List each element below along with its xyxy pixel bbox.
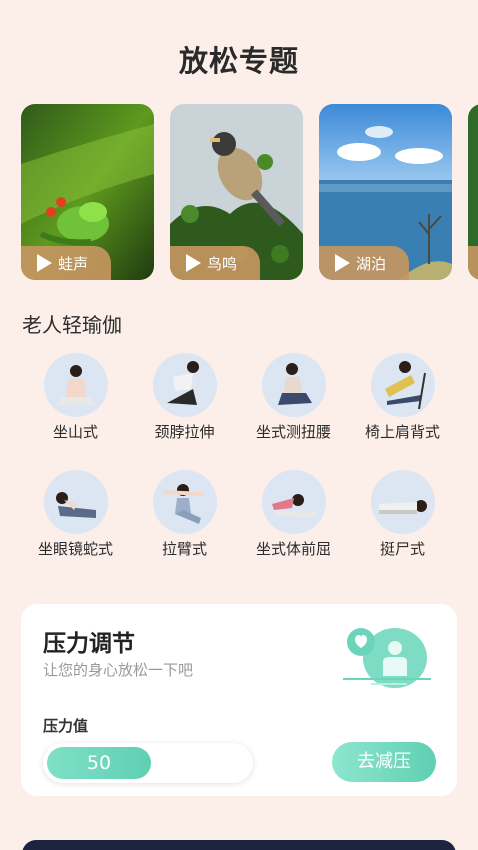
yoga-pose-icon bbox=[261, 470, 326, 534]
yoga-item-neck-stretch[interactable]: 颈脖拉伸 bbox=[130, 353, 239, 442]
yoga-pose-icon bbox=[370, 353, 435, 417]
play-icon bbox=[186, 254, 201, 272]
yoga-section-title: 老人轻瑜伽 bbox=[22, 313, 122, 337]
relax-sound-carousel[interactable]: 蛙声 鸟鸣 湖泊 bbox=[21, 104, 478, 280]
yoga-item-seated-twist[interactable]: 坐式测扭腰 bbox=[239, 353, 348, 442]
yoga-label: 椅上肩背式 bbox=[364, 423, 440, 441]
yoga-pose-icon bbox=[43, 353, 108, 417]
yoga-label: 拉臂式 bbox=[161, 540, 207, 558]
stress-slider[interactable]: 50 bbox=[43, 743, 253, 783]
sound-label: 蛙声 bbox=[58, 254, 89, 273]
partial-image bbox=[468, 104, 478, 280]
bottom-banner[interactable] bbox=[22, 840, 456, 850]
yoga-pose-icon bbox=[152, 470, 217, 534]
sound-card-lake[interactable]: 湖泊 bbox=[319, 104, 452, 280]
yoga-label: 坐眼镜蛇式 bbox=[37, 540, 113, 558]
stress-card: 压力调节 让您的身心放松一下吧 压力值 50 去减压 bbox=[21, 604, 457, 796]
sound-card-frog[interactable]: 蛙声 bbox=[21, 104, 154, 280]
yoga-label: 坐山式 bbox=[52, 423, 98, 441]
stress-subtitle: 让您的身心放松一下吧 bbox=[43, 661, 194, 679]
yoga-item-mountain[interactable]: 坐山式 bbox=[21, 353, 130, 442]
yoga-item-corpse[interactable]: 挺尸式 bbox=[348, 470, 457, 559]
sound-card-bird[interactable]: 鸟鸣 bbox=[170, 104, 303, 280]
yoga-label: 坐式测扭腰 bbox=[255, 423, 331, 441]
yoga-label: 挺尸式 bbox=[379, 540, 425, 558]
yoga-pose-icon bbox=[43, 470, 108, 534]
yoga-item-arm-pull[interactable]: 拉臂式 bbox=[130, 470, 239, 559]
play-button[interactable]: 湖泊 bbox=[319, 246, 409, 280]
sound-label: 鸟鸣 bbox=[207, 254, 238, 273]
yoga-item-seated-forward-bend[interactable]: 坐式体前屈 bbox=[239, 470, 348, 559]
stress-title: 压力调节 bbox=[43, 631, 135, 657]
yoga-label: 颈脖拉伸 bbox=[154, 423, 215, 441]
person-heart-icon bbox=[343, 628, 431, 688]
play-button[interactable]: 蛙声 bbox=[21, 246, 111, 280]
stress-value-label: 压力值 bbox=[43, 717, 89, 735]
play-icon bbox=[335, 254, 350, 272]
play-button[interactable]: 鸟鸣 bbox=[170, 246, 260, 280]
yoga-label: 坐式体前屈 bbox=[255, 540, 331, 558]
play-icon bbox=[37, 254, 52, 272]
relieve-stress-button[interactable]: 去减压 bbox=[332, 742, 436, 782]
yoga-pose-icon bbox=[261, 353, 326, 417]
yoga-pose-icon bbox=[152, 353, 217, 417]
page-title: 放松专题 bbox=[178, 44, 299, 78]
yoga-item-chair-shoulder[interactable]: 椅上肩背式 bbox=[348, 353, 457, 442]
sound-label: 湖泊 bbox=[356, 254, 387, 273]
stress-value: 50 bbox=[47, 747, 151, 779]
yoga-item-cobra[interactable]: 坐眼镜蛇式 bbox=[21, 470, 130, 559]
sound-card-partial[interactable] bbox=[468, 104, 478, 280]
yoga-pose-icon bbox=[370, 470, 435, 534]
